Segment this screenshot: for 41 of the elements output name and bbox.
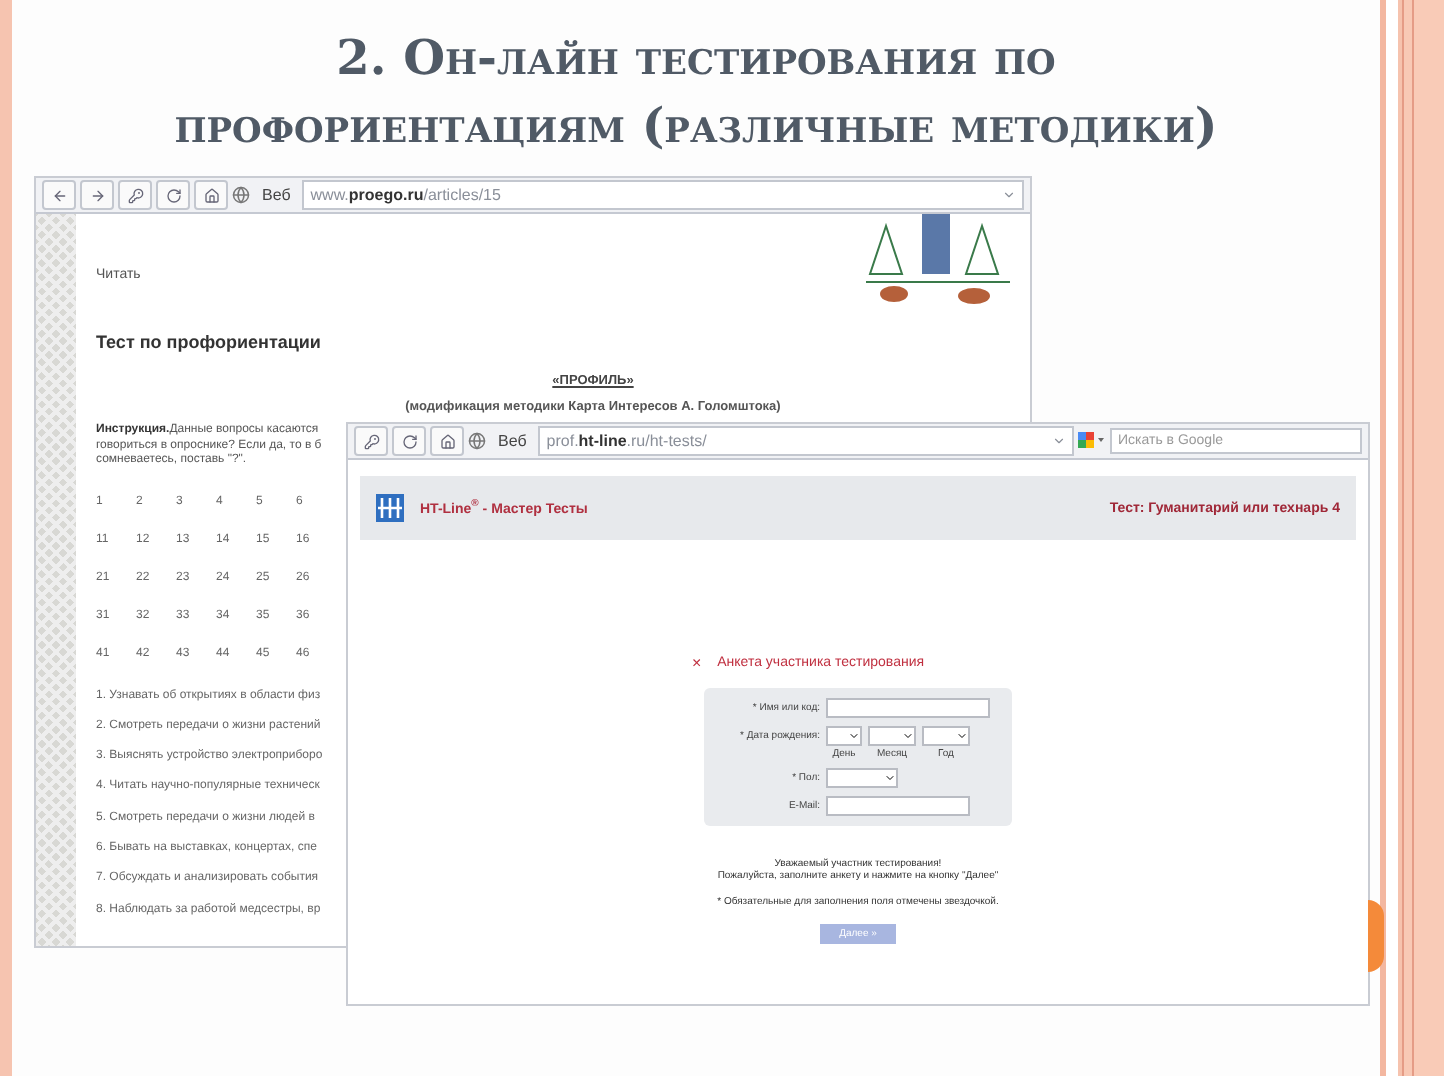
- dropdown-caret-icon[interactable]: [1052, 434, 1066, 448]
- slide-title: 2. Он-лайн тестирования по профориентациям (различные методики): [172, 26, 1220, 158]
- key-button[interactable]: [354, 426, 388, 456]
- home-button[interactable]: [430, 426, 464, 456]
- address-field[interactable]: www.proego.ru/articles/15: [302, 180, 1024, 210]
- key-icon: [363, 433, 379, 449]
- caret-icon: [902, 730, 914, 742]
- globe-icon: [468, 432, 486, 450]
- logo-icon: [376, 494, 404, 522]
- home-icon: [203, 187, 219, 203]
- left-arrow-icon: [51, 187, 67, 203]
- key-icon: [127, 187, 143, 203]
- select-field[interactable]: [868, 726, 916, 746]
- select-field[interactable]: [826, 768, 898, 788]
- back-button[interactable]: [42, 180, 76, 210]
- select-field[interactable]: [922, 726, 970, 746]
- close-mark[interactable]: ×: [691, 654, 702, 672]
- web-label[interactable]: Веб: [254, 186, 299, 204]
- address-field[interactable]: prof.ht-line.ru/ht-tests/: [538, 426, 1074, 456]
- home-icon: [439, 433, 455, 449]
- right-arrow-icon: [89, 187, 105, 203]
- caret-icon: [956, 730, 968, 742]
- page-heading: Тест по профориентации: [96, 332, 323, 352]
- tree-drawing: [866, 214, 1010, 306]
- forward-button[interactable]: [80, 180, 114, 210]
- caret-icon: [884, 772, 896, 784]
- key-button[interactable]: [118, 180, 152, 210]
- refresh-icon: [401, 433, 417, 449]
- home-button[interactable]: [194, 180, 228, 210]
- circle-ornament: [1368, 900, 1384, 972]
- globe-icon: [232, 186, 250, 204]
- text-input[interactable]: [826, 698, 990, 718]
- select-field[interactable]: [826, 726, 862, 746]
- caret-icon: [848, 730, 860, 742]
- text-input[interactable]: [826, 796, 970, 816]
- refresh-icon: [165, 187, 181, 203]
- web-label[interactable]: Веб: [490, 432, 535, 450]
- refresh-button[interactable]: [392, 426, 426, 456]
- refresh-button[interactable]: [156, 180, 190, 210]
- search-engine-icon[interactable]: [1078, 429, 1106, 453]
- dropdown-caret-icon[interactable]: [1002, 188, 1016, 202]
